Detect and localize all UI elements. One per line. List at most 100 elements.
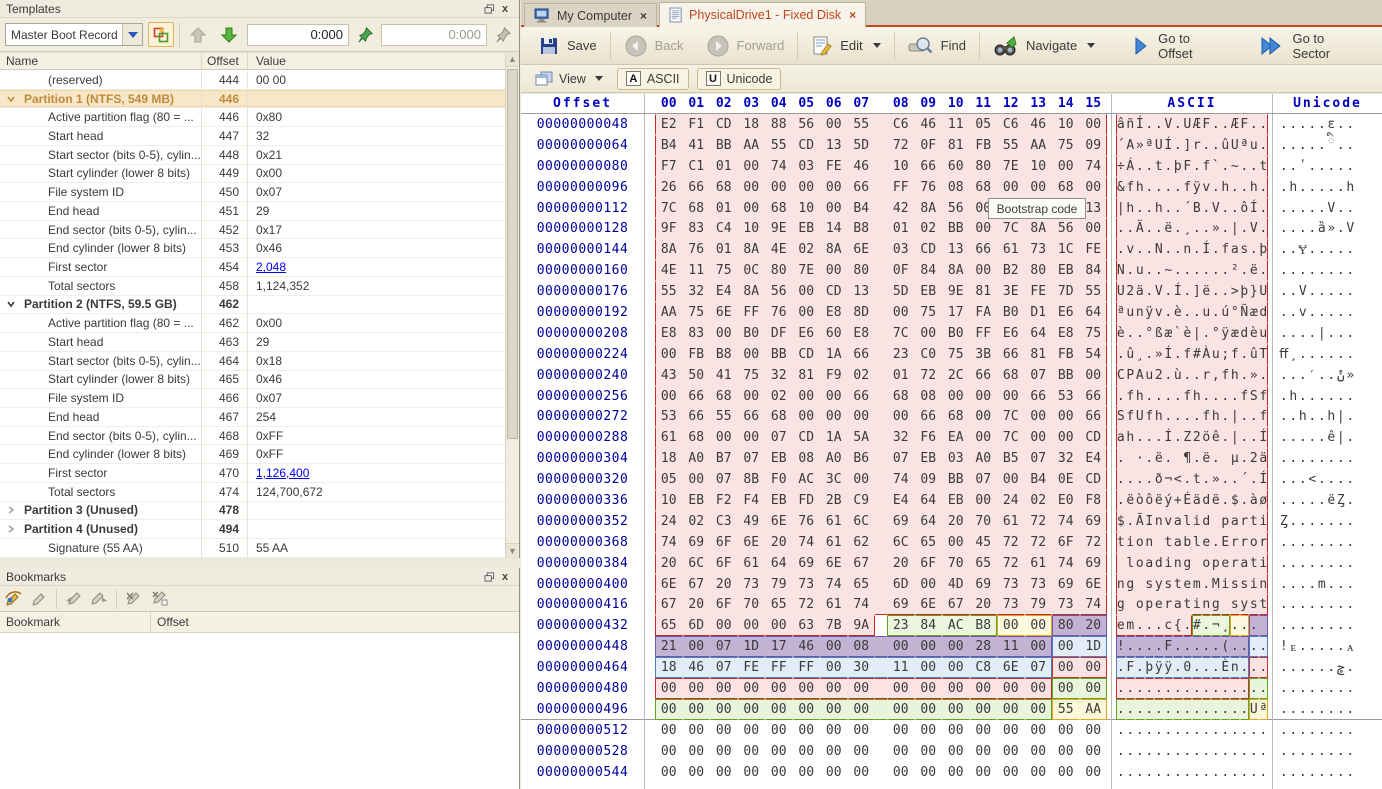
ascii-char[interactable]: f: [1259, 406, 1269, 427]
ascii-char[interactable]: .: [1240, 344, 1250, 365]
ascii-char[interactable]: h: [1221, 177, 1231, 198]
hex-byte[interactable]: 7D: [1052, 281, 1080, 302]
ascii-char[interactable]: .: [1259, 636, 1269, 657]
ascii-char[interactable]: .: [1259, 198, 1269, 219]
hex-byte[interactable]: 68: [765, 198, 793, 219]
ascii-char[interactable]: .: [1154, 218, 1164, 239]
hex-byte[interactable]: 42: [887, 198, 915, 219]
hex-byte[interactable]: 61: [820, 532, 848, 553]
ascii-char[interactable]: .: [1173, 135, 1183, 156]
ascii-char[interactable]: .: [1173, 427, 1183, 448]
hex-byte[interactable]: 00: [887, 762, 915, 783]
template-row[interactable]: Partition 1 (NTFS, 549 MB)446: [0, 90, 506, 109]
hex-byte[interactable]: 8B: [738, 469, 766, 490]
ascii-char[interactable]: f: [1183, 344, 1193, 365]
ascii-char[interactable]: .: [1211, 720, 1221, 741]
ascii-char[interactable]: a: [1173, 511, 1183, 532]
ascii-char[interactable]: °: [1211, 323, 1221, 344]
hex-byte[interactable]: B0: [942, 323, 970, 344]
hex-byte[interactable]: 00: [1025, 741, 1053, 762]
hex-byte[interactable]: BB: [942, 469, 970, 490]
ascii-char[interactable]: .: [1249, 762, 1259, 783]
hex-byte[interactable]: 53: [655, 406, 683, 427]
unicode-char[interactable]: .: [1308, 406, 1318, 427]
ascii-char[interactable]: a: [1145, 553, 1155, 574]
hex-byte[interactable]: CD: [793, 427, 821, 448]
hex-byte[interactable]: 00: [710, 720, 738, 741]
unicode-char[interactable]: .: [1279, 427, 1289, 448]
hex-byte[interactable]: 00: [915, 657, 943, 678]
ascii-char[interactable]: g: [1126, 574, 1136, 595]
ascii-char[interactable]: F: [1183, 156, 1193, 177]
hex-byte[interactable]: CD: [793, 344, 821, 365]
ascii-char[interactable]: .: [1116, 344, 1126, 365]
unicode-char[interactable]: .: [1289, 490, 1299, 511]
goto-sector-button[interactable]: Go to Sector: [1251, 31, 1374, 61]
ascii-char[interactable]: .: [1135, 762, 1145, 783]
unicode-char[interactable]: .: [1308, 281, 1318, 302]
hex-offset[interactable]: 00000000432: [521, 615, 645, 636]
unicode-char[interactable]: .: [1317, 762, 1327, 783]
unicode-char[interactable]: ᴇ: [1289, 636, 1299, 657]
ascii-char[interactable]: ~: [1230, 156, 1240, 177]
hex-byte[interactable]: 68: [997, 365, 1025, 386]
ascii-char[interactable]: .: [1145, 678, 1155, 699]
unicode-char[interactable]: .: [1298, 511, 1308, 532]
ascii-char[interactable]: .: [1211, 699, 1221, 720]
hex-offset[interactable]: 00000000416: [521, 594, 645, 615]
unicode-char[interactable]: .: [1279, 532, 1289, 553]
ascii-char[interactable]: #: [1192, 344, 1202, 365]
hex-byte[interactable]: 6F: [1052, 532, 1080, 553]
hex-byte[interactable]: 00: [1052, 741, 1080, 762]
unicode-char[interactable]: .: [1308, 427, 1318, 448]
hex-byte[interactable]: 00: [738, 699, 766, 720]
hex-offset[interactable]: 00000000544: [521, 762, 645, 783]
unicode-char[interactable]: Ȥ: [1279, 511, 1289, 532]
hex-byte[interactable]: EB: [942, 490, 970, 511]
hex-byte[interactable]: 64: [765, 553, 793, 574]
ascii-char[interactable]: .: [1183, 699, 1193, 720]
ascii-char[interactable]: .: [1145, 762, 1155, 783]
hex-byte[interactable]: 75: [710, 260, 738, 281]
hex-byte[interactable]: 03: [942, 448, 970, 469]
hex-byte[interactable]: F1: [683, 114, 711, 135]
unicode-char[interactable]: .: [1308, 720, 1318, 741]
ascii-char[interactable]: .: [1116, 239, 1126, 260]
ascii-char[interactable]: .: [1164, 720, 1174, 741]
template-row[interactable]: Partition 3 (Unused)478: [0, 502, 506, 521]
hex-byte[interactable]: 75: [942, 344, 970, 365]
hex-byte[interactable]: 00: [765, 699, 793, 720]
ascii-char[interactable]: ´: [1116, 135, 1126, 156]
unicode-char[interactable]: .: [1336, 198, 1346, 219]
ascii-char[interactable]: }: [1249, 281, 1259, 302]
ascii-char[interactable]: #: [1192, 615, 1202, 636]
unicode-char[interactable]: .: [1289, 532, 1299, 553]
unicode-char[interactable]: .: [1317, 636, 1327, 657]
unicode-char[interactable]: .: [1289, 427, 1299, 448]
hex-byte[interactable]: A0: [970, 448, 998, 469]
unicode-char[interactable]: .: [1317, 490, 1327, 511]
hex-byte[interactable]: 9E: [942, 281, 970, 302]
hex-byte[interactable]: E8: [655, 323, 683, 344]
unicode-char[interactable]: .: [1327, 239, 1337, 260]
hex-byte[interactable]: 11: [683, 260, 711, 281]
unicode-char[interactable]: .: [1289, 218, 1299, 239]
ascii-char[interactable]: è: [1249, 323, 1259, 344]
ascii-char[interactable]: .: [1126, 720, 1136, 741]
unicode-char[interactable]: .: [1298, 135, 1308, 156]
ascii-char[interactable]: .: [1230, 177, 1240, 198]
hex-byte[interactable]: 55: [848, 114, 876, 135]
ascii-char[interactable]: a: [1173, 594, 1183, 615]
ascii-char[interactable]: 2: [1126, 281, 1136, 302]
hex-byte[interactable]: 00: [820, 260, 848, 281]
unicode-char[interactable]: ë: [1327, 490, 1337, 511]
close-tab-icon[interactable]: ×: [847, 8, 856, 22]
ascii-char[interactable]: .: [1211, 762, 1221, 783]
hex-byte[interactable]: 00: [683, 720, 711, 741]
ascii-char[interactable]: .: [1221, 218, 1231, 239]
unicode-char[interactable]: .: [1289, 720, 1299, 741]
ascii-char[interactable]: r: [1164, 594, 1174, 615]
ascii-char[interactable]: .: [1249, 114, 1259, 135]
unicode-char[interactable]: .: [1336, 469, 1346, 490]
hex-byte[interactable]: CD: [1080, 427, 1108, 448]
